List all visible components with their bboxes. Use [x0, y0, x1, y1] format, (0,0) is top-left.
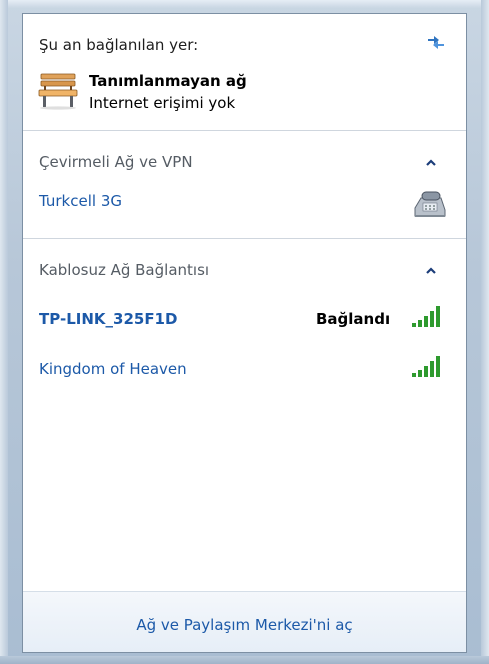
dialup-phone-icon	[411, 188, 447, 220]
current-network-name: Tanımlanmayan ağ	[89, 72, 247, 90]
dialup-section-header[interactable]: Çevirmeli Ağ ve VPN	[39, 153, 193, 171]
current-connection-title: Şu an bağlanılan yer:	[39, 36, 199, 54]
window-frame-top	[0, 0, 489, 8]
window-frame-left	[0, 0, 8, 664]
network-flyout: Şu an bağlanılan yer: Tanımlanmayan ağ I…	[22, 13, 467, 653]
current-connection-panel: Şu an bağlanılan yer: Tanımlanmayan ağ I…	[23, 14, 466, 131]
wifi-item-kingdom-of-heaven[interactable]: Kingdom of Heaven	[39, 360, 187, 378]
wireless-collapse-chevron-icon[interactable]	[422, 261, 440, 279]
wifi-item-tp-link[interactable]: TP-LINK_325F1D	[39, 310, 177, 328]
window-frame-bottom	[0, 656, 489, 664]
wireless-section: Kablosuz Ağ Bağlantısı TP-LINK_325F1D Ba…	[23, 239, 466, 594]
window-frame-right	[481, 0, 489, 664]
connection-status-label: Bağlandı	[316, 310, 391, 328]
wifi-signal-icon	[410, 355, 446, 379]
open-network-center-link[interactable]: Ağ ve Paylaşım Merkezi'ni aç	[136, 616, 352, 634]
refresh-icon[interactable]	[425, 30, 447, 52]
wifi-signal-icon	[410, 305, 446, 329]
current-network-status: Internet erişimi yok	[89, 94, 236, 112]
dialup-vpn-section: Çevirmeli Ağ ve VPN Turkcell 3G	[23, 131, 466, 239]
dialup-item-turkcell[interactable]: Turkcell 3G	[39, 192, 122, 210]
wireless-section-header[interactable]: Kablosuz Ağ Bağlantısı	[39, 261, 209, 279]
bench-icon	[37, 70, 79, 110]
dialup-collapse-chevron-icon[interactable]	[422, 153, 440, 171]
flyout-footer: Ağ ve Paylaşım Merkezi'ni aç	[23, 591, 466, 652]
